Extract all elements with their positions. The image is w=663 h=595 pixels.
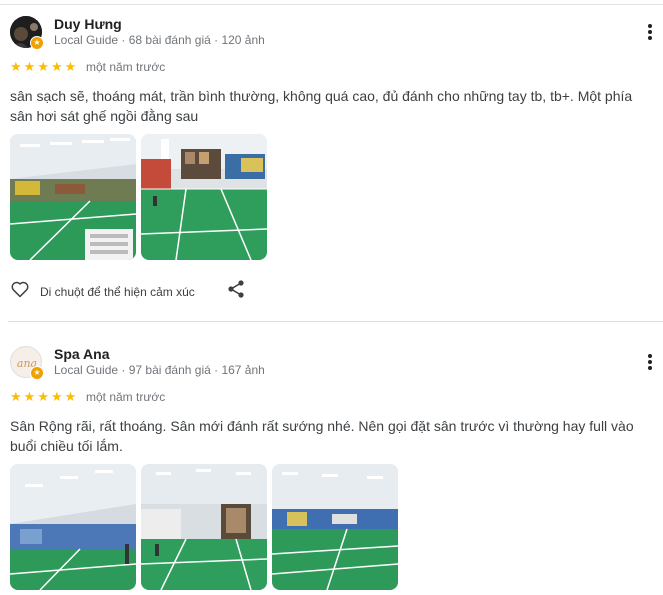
review-text: Sân Rộng rãi, rất thoáng. Sân mới đánh r…	[10, 418, 634, 454]
review-photo[interactable]	[10, 134, 136, 260]
like-hint-label: Di chuột để thể hiện cảm xúc	[40, 284, 195, 299]
star-icon: ★	[10, 59, 22, 74]
more-vert-icon[interactable]	[640, 352, 660, 372]
star-icon: ★	[37, 389, 49, 404]
star-icon: ★	[10, 389, 22, 404]
review-photo[interactable]	[272, 464, 398, 590]
star-icon: ★	[50, 59, 63, 74]
reviewer-name[interactable]: Spa Ana	[54, 346, 110, 362]
star-icon: ★	[23, 389, 36, 404]
star-icon: ★	[64, 59, 77, 74]
local-guide-badge-icon: ★	[30, 366, 44, 380]
review-photo[interactable]	[141, 464, 267, 590]
like-action[interactable]: Di chuột để thể hiện cảm xúc	[10, 279, 195, 304]
rating-stars: ★ ★ ★ ★ ★	[10, 60, 76, 73]
top-divider	[0, 4, 663, 5]
review-time: một năm trước	[86, 60, 166, 74]
share-icon[interactable]	[226, 279, 246, 304]
review-time: một năm trước	[86, 390, 166, 404]
star-icon: ★	[23, 59, 36, 74]
heart-outline-icon[interactable]	[10, 279, 30, 304]
reviewer-meta[interactable]: Local Guide · 68 bài đánh giá · 120 ảnh	[54, 33, 265, 47]
star-icon: ★	[50, 389, 63, 404]
rating-stars: ★ ★ ★ ★ ★	[10, 390, 76, 403]
review-photo[interactable]	[141, 134, 267, 260]
review-divider	[8, 321, 663, 322]
star-icon: ★	[37, 59, 49, 74]
review-photo[interactable]	[10, 464, 136, 590]
reviewer-name[interactable]: Duy Hưng	[54, 16, 122, 32]
more-vert-icon[interactable]	[640, 22, 660, 42]
star-icon: ★	[64, 389, 77, 404]
review-text: sân sạch sẽ, thoáng mát, trần bình thườn…	[10, 88, 633, 124]
local-guide-badge-icon: ★	[30, 36, 44, 50]
reviewer-meta[interactable]: Local Guide · 97 bài đánh giá · 167 ảnh	[54, 363, 265, 377]
